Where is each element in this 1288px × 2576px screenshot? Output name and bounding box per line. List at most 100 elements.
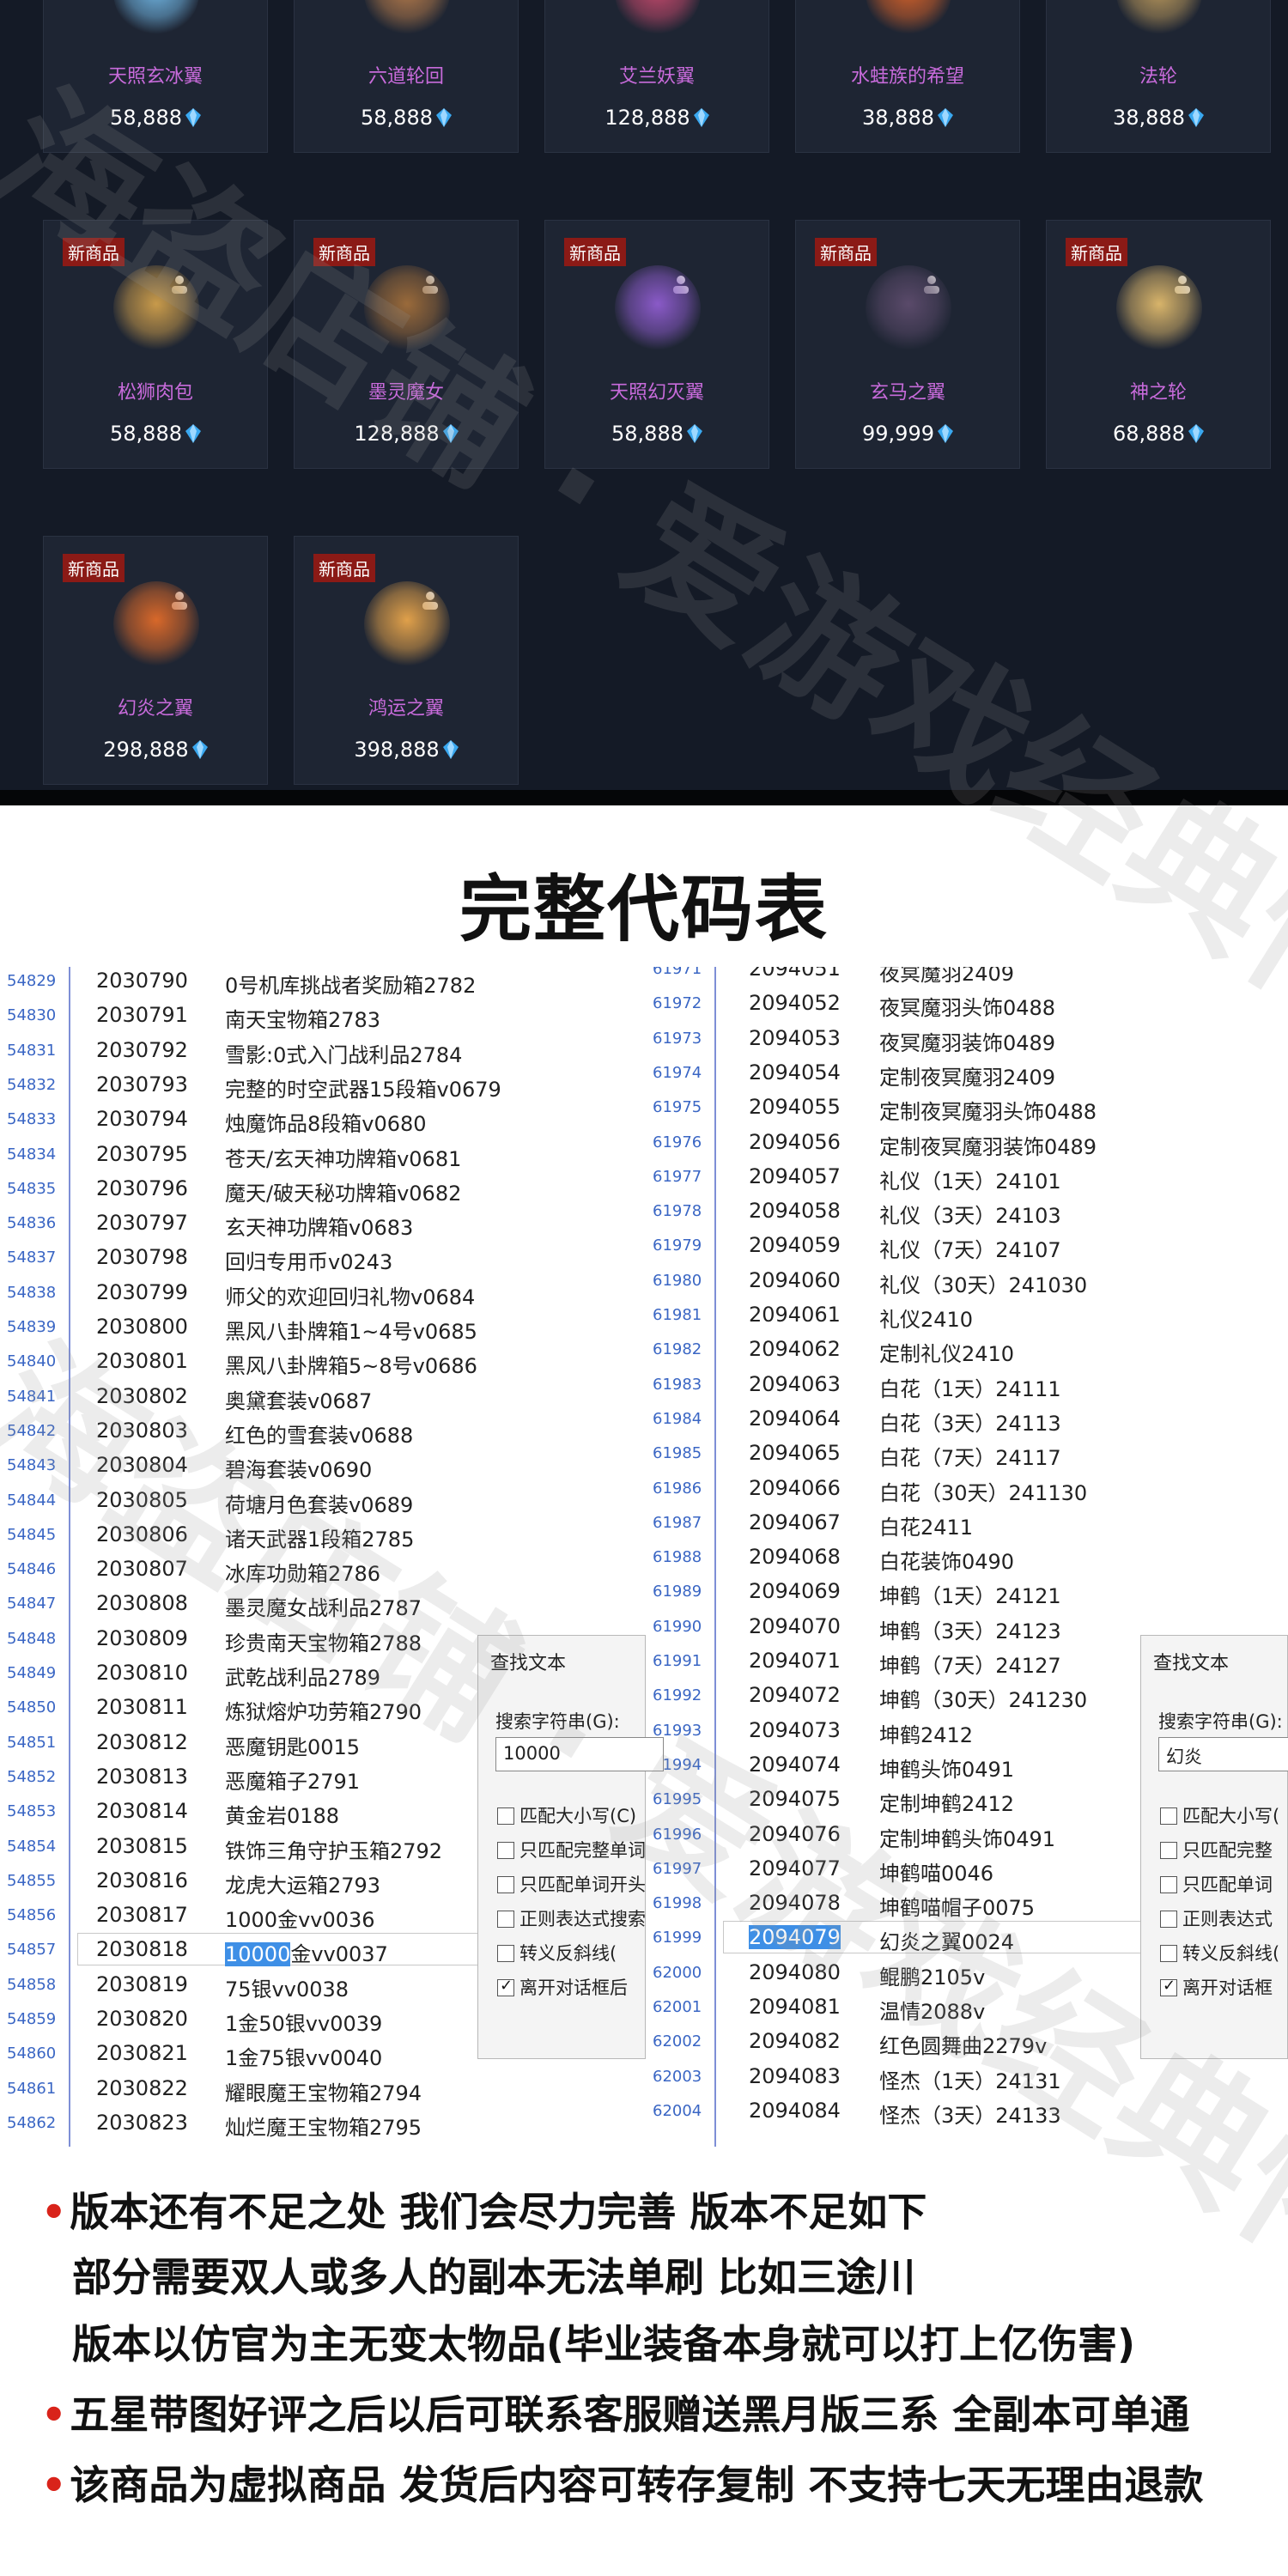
search-option-checkbox[interactable]: 正则表达式 bbox=[1160, 1905, 1273, 1931]
table-row[interactable]: 61989 2094069 坤鹤（1天）24121 bbox=[646, 1574, 1288, 1608]
shop-item[interactable]: 天照玄冰翼 58,888 bbox=[43, 0, 268, 153]
line-number: 54843 bbox=[7, 1456, 57, 1475]
table-row[interactable]: 61976 2094056 定制夜冥魔羽装饰0489 bbox=[646, 1125, 1288, 1159]
search-option-checkbox[interactable]: 离开对话框 bbox=[1160, 1974, 1273, 2000]
table-row[interactable]: 54861 2030822 耀眼魔王宝物箱2794 bbox=[0, 2071, 644, 2105]
item-label: 墨灵魔女战利品2787 bbox=[225, 1596, 422, 1621]
table-row[interactable]: 54842 2030803 红色的雪套装v0688 bbox=[0, 1413, 644, 1448]
shop-item[interactable]: 新商品 天照幻灭翼 58,888 bbox=[544, 220, 769, 469]
table-row[interactable]: 54844 2030805 荷塘月色套装v0689 bbox=[0, 1483, 644, 1517]
line-number: 54829 bbox=[7, 972, 57, 990]
line-number: 54842 bbox=[7, 1421, 57, 1440]
table-row[interactable]: 54830 2030791 南天宝物箱2783 bbox=[0, 998, 644, 1032]
table-row[interactable]: 54843 2030804 碧海套装v0690 bbox=[0, 1448, 644, 1482]
line-number: 54857 bbox=[7, 1941, 57, 1959]
table-row[interactable]: 61984 2094064 白花（3天）24113 bbox=[646, 1401, 1288, 1436]
checkbox-icon[interactable] bbox=[497, 1876, 514, 1893]
table-row[interactable]: 54846 2030807 冰库功勋箱2786 bbox=[0, 1552, 644, 1586]
search-option-checkbox[interactable]: 匹配大小写(C) bbox=[497, 1802, 636, 1828]
checkbox-icon[interactable] bbox=[1160, 1807, 1177, 1825]
table-row[interactable]: 54839 2030800 黑风八卦牌箱1~4号v0685 bbox=[0, 1309, 644, 1344]
table-row[interactable]: 54832 2030793 完整的时空武器15段箱v0679 bbox=[0, 1067, 644, 1102]
line-number: 61974 bbox=[653, 1063, 702, 1082]
table-row[interactable]: 61978 2094058 礼仪（3天）24103 bbox=[646, 1194, 1288, 1228]
item-icon bbox=[615, 265, 701, 351]
table-row[interactable]: 54835 2030796 魔天/破天秘功牌箱v0682 bbox=[0, 1171, 644, 1206]
shop-item[interactable]: 新商品 神之轮 68,888 bbox=[1046, 220, 1271, 469]
search-option-checkbox[interactable]: 只匹配完整单词 bbox=[497, 1837, 646, 1862]
item-label: 夜冥魔羽2409 bbox=[879, 967, 1015, 986]
table-row[interactable]: 54845 2030806 诸天武器1段箱2785 bbox=[0, 1517, 644, 1552]
item-code: 2030814 bbox=[96, 1799, 188, 1824]
table-row[interactable]: 61979 2094059 礼仪（7天）24107 bbox=[646, 1228, 1288, 1262]
shop-item[interactable]: 新商品 玄马之翼 99,999 bbox=[795, 220, 1020, 469]
table-row[interactable]: 54834 2030795 苍天/玄天神功牌箱v0681 bbox=[0, 1137, 644, 1171]
checkbox-icon[interactable] bbox=[497, 1807, 514, 1825]
table-row[interactable]: 61986 2094066 白花（30天）241130 bbox=[646, 1471, 1288, 1505]
search-option-checkbox[interactable]: 只匹配单词 bbox=[1160, 1871, 1273, 1897]
shop-item[interactable]: 新商品 幻炎之翼 298,888 bbox=[43, 536, 268, 785]
shop-item[interactable]: 新商品 墨灵魔女 128,888 bbox=[294, 220, 519, 469]
table-row[interactable]: 61971 2094051 夜冥魔羽2409 bbox=[646, 967, 1288, 986]
shop-item[interactable]: 艾兰妖翼 128,888 bbox=[544, 0, 769, 153]
table-row[interactable]: 54862 2030823 灿烂魔王宝物箱2795 bbox=[0, 2105, 644, 2140]
search-input[interactable]: 10000 bbox=[495, 1737, 664, 1771]
checkbox-icon[interactable] bbox=[497, 1945, 514, 1962]
table-row[interactable]: 62003 2094083 怪杰（1天）24131 bbox=[646, 2059, 1288, 2093]
table-row[interactable]: 61983 2094063 白花（1天）24111 bbox=[646, 1367, 1288, 1401]
table-row[interactable]: 54838 2030799 师父的欢迎回归礼物v0684 bbox=[0, 1275, 644, 1309]
shop-item[interactable]: 法轮 38,888 bbox=[1046, 0, 1271, 153]
table-row[interactable]: 61987 2094067 白花2411 bbox=[646, 1505, 1288, 1540]
table-row[interactable]: 61974 2094054 定制夜冥魔羽2409 bbox=[646, 1055, 1288, 1090]
checkbox-icon[interactable] bbox=[1160, 1945, 1177, 1962]
table-row[interactable]: 54837 2030798 回归专用币v0243 bbox=[0, 1240, 644, 1274]
table-row[interactable]: 61988 2094068 白花装饰0490 bbox=[646, 1540, 1288, 1574]
table-row[interactable]: 61973 2094053 夜冥魔羽装饰0489 bbox=[646, 1021, 1288, 1055]
search-option-checkbox[interactable]: 转义反斜线( bbox=[497, 1940, 617, 1965]
table-row[interactable]: 54829 2030790 0号机库挑战者奖励箱2782 bbox=[0, 967, 644, 998]
table-row[interactable]: 61980 2094060 礼仪（30天）241030 bbox=[646, 1263, 1288, 1297]
table-row[interactable]: 54836 2030797 玄天神功牌箱v0683 bbox=[0, 1206, 644, 1240]
search-option-checkbox[interactable]: 离开对话框后 bbox=[497, 1974, 628, 2000]
table-row[interactable]: 54840 2030801 黑风八卦牌箱5~8号v0686 bbox=[0, 1344, 644, 1378]
search-option-checkbox[interactable]: 正则表达式搜索 bbox=[497, 1905, 646, 1931]
item-label: 龙虎大运箱2793 bbox=[225, 1873, 381, 1898]
table-row[interactable]: 61981 2094061 礼仪2410 bbox=[646, 1297, 1288, 1332]
search-option-checkbox[interactable]: 只匹配单词开头 bbox=[497, 1871, 646, 1897]
line-number: 54856 bbox=[7, 1906, 57, 1925]
table-row[interactable]: 61985 2094065 白花（7天）24117 bbox=[646, 1436, 1288, 1470]
item-label: 10000金vv0037 bbox=[225, 1942, 388, 1967]
table-row[interactable]: 62004 2094084 怪杰（3天）24133 bbox=[646, 2093, 1288, 2128]
table-row[interactable]: 54847 2030808 墨灵魔女战利品2787 bbox=[0, 1586, 644, 1620]
line-number: 61990 bbox=[653, 1617, 702, 1636]
line-number: 61972 bbox=[653, 994, 702, 1013]
checkbox-icon[interactable] bbox=[1160, 1876, 1177, 1893]
search-input[interactable]: 幻炎 bbox=[1158, 1737, 1288, 1771]
search-option-checkbox[interactable]: 转义反斜线( bbox=[1160, 1940, 1279, 1965]
checkbox-icon[interactable] bbox=[1160, 1977, 1177, 1996]
line-number: 61983 bbox=[653, 1375, 702, 1394]
item-label: 红色的雪套装v0688 bbox=[225, 1423, 414, 1448]
shop-item[interactable]: 六道轮回 58,888 bbox=[294, 0, 519, 153]
checkbox-icon[interactable] bbox=[1160, 1842, 1177, 1859]
table-row[interactable]: 54833 2030794 烛魔饰品8段箱v0680 bbox=[0, 1102, 644, 1136]
search-option-checkbox[interactable]: 匹配大小写( bbox=[1160, 1802, 1279, 1828]
item-price: 58,888 bbox=[295, 106, 518, 130]
note-line: •版本还有不足之处 我们会尽力完善 版本不足如下 bbox=[41, 2189, 927, 2235]
checkbox-icon[interactable] bbox=[497, 1911, 514, 1928]
item-icon bbox=[364, 581, 450, 667]
table-row[interactable]: 61972 2094052 夜冥魔羽头饰0488 bbox=[646, 986, 1288, 1020]
table-row[interactable]: 61975 2094055 定制夜冥魔羽头饰0488 bbox=[646, 1090, 1288, 1124]
search-option-checkbox[interactable]: 只匹配完整 bbox=[1160, 1837, 1273, 1862]
table-row[interactable]: 61977 2094057 礼仪（1天）24101 bbox=[646, 1159, 1288, 1194]
search-label: 搜索字符串(G): bbox=[495, 1711, 620, 1732]
checkbox-icon[interactable] bbox=[1160, 1911, 1177, 1928]
checkbox-icon[interactable] bbox=[497, 1977, 514, 1996]
shop-item[interactable]: 新商品 松狮肉包 58,888 bbox=[43, 220, 268, 469]
table-row[interactable]: 54841 2030802 奥黛套装v0687 bbox=[0, 1379, 644, 1413]
table-row[interactable]: 61982 2094062 定制礼仪2410 bbox=[646, 1332, 1288, 1366]
shop-item[interactable]: 水蛙族的希望 38,888 bbox=[795, 0, 1020, 153]
shop-item[interactable]: 新商品 鸿运之翼 398,888 bbox=[294, 536, 519, 785]
table-row[interactable]: 54831 2030792 雪影:0式入门战利品2784 bbox=[0, 1033, 644, 1067]
checkbox-icon[interactable] bbox=[497, 1842, 514, 1859]
